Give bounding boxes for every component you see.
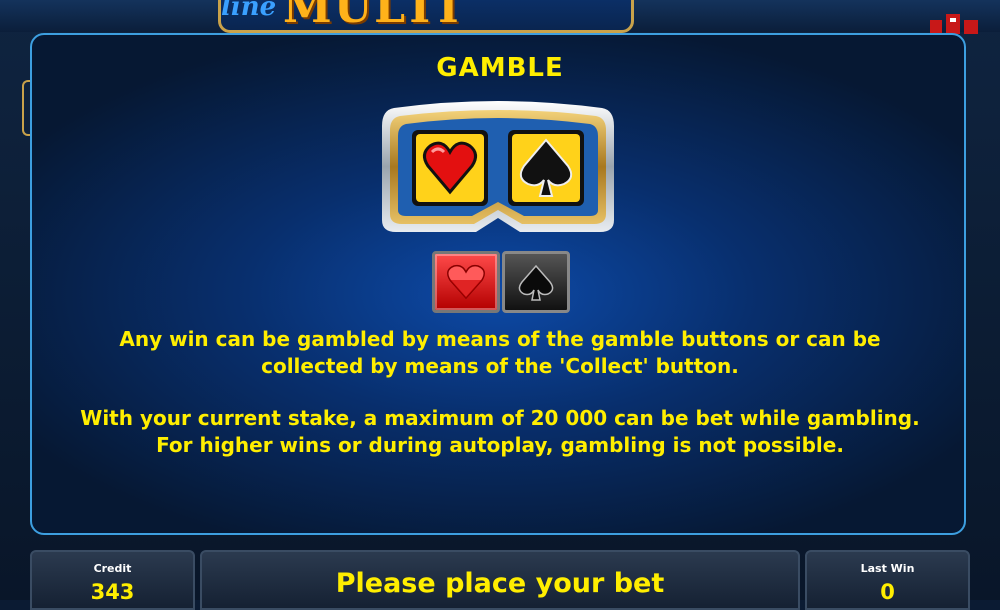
collect-info-text: Any win can be gambled by means of the g… xyxy=(0,326,1000,380)
game-logo: line MULTI xyxy=(218,0,634,33)
black-spade-button[interactable] xyxy=(502,251,570,313)
red-heart-button[interactable] xyxy=(432,251,500,313)
message-display: Please place your bet xyxy=(200,550,800,610)
spade-icon xyxy=(518,264,554,301)
spade-card-icon xyxy=(508,130,584,206)
heart-icon xyxy=(447,264,485,300)
last-win-display: Last Win 0 xyxy=(805,550,970,610)
credit-value: 343 xyxy=(90,580,135,604)
logo-script-text: line xyxy=(221,0,277,22)
heart-card-icon xyxy=(412,130,488,206)
credit-display: Credit 343 xyxy=(30,550,195,610)
stake-info-text: With your current stake, a maximum of 20… xyxy=(0,405,1000,459)
help-title: GAMBLE xyxy=(436,53,564,83)
stake-info-line-2: For higher wins or during autoplay, gamb… xyxy=(156,433,844,457)
gamble-card-frame xyxy=(382,101,614,232)
collect-info-line-1: Any win can be gambled by means of the g… xyxy=(119,327,881,351)
stake-info-line-1: With your current stake, a maximum of 20… xyxy=(80,406,920,430)
collect-info-line-2: collected by means of the 'Collect' butt… xyxy=(261,354,739,378)
credit-label: Credit xyxy=(93,562,132,575)
logo-word-text: MULTI xyxy=(283,0,461,33)
status-message: Please place your bet xyxy=(335,568,665,599)
last-win-label: Last Win xyxy=(860,562,915,575)
last-win-value: 0 xyxy=(880,580,895,604)
